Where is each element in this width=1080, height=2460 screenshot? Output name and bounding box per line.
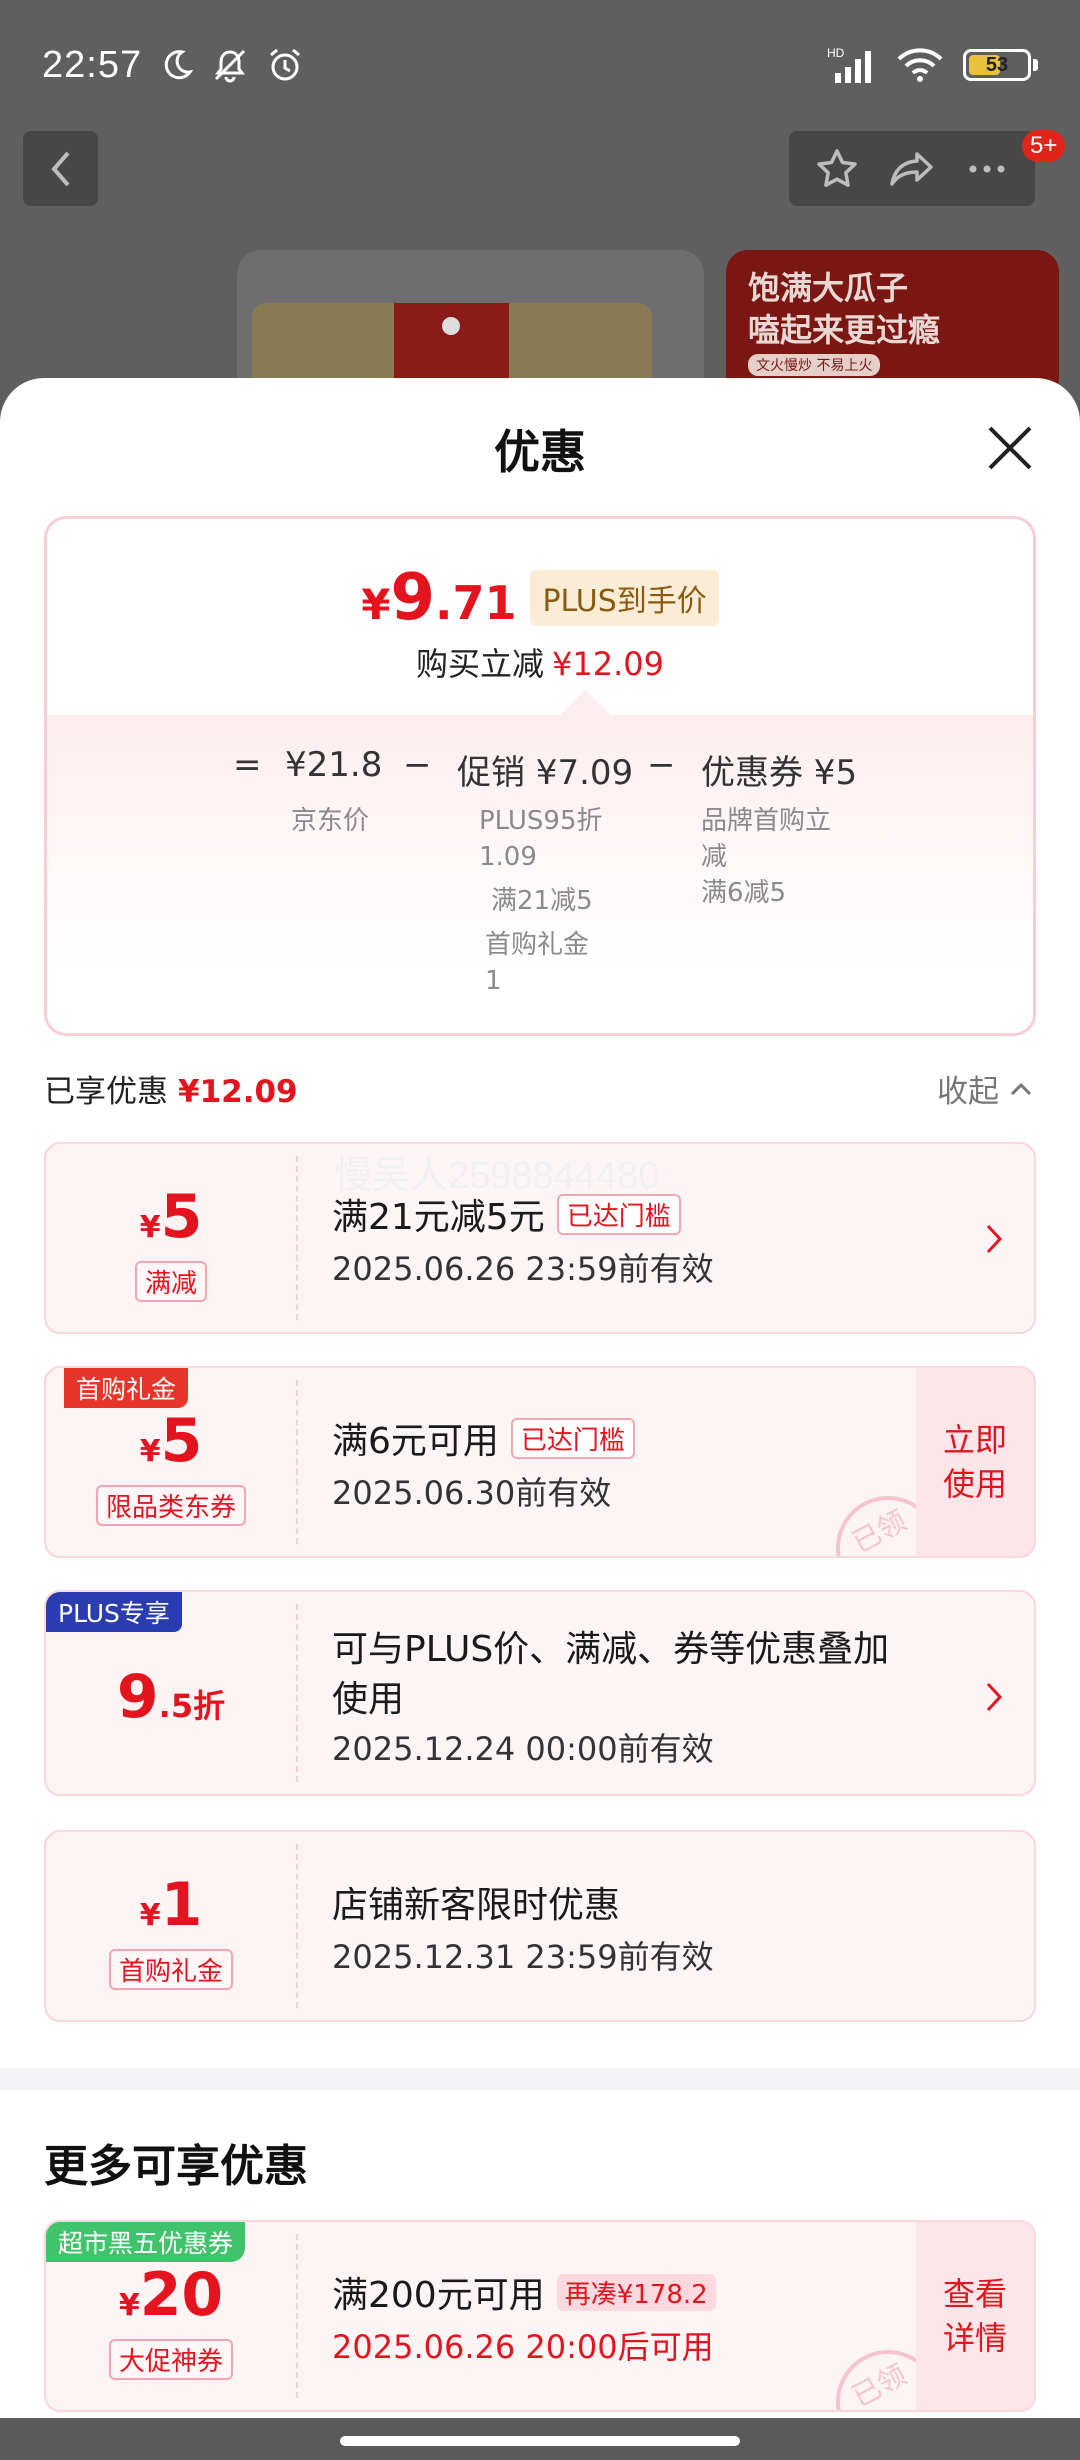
coupon-expiry: 2025.12.24 00:00前有效: [332, 1730, 714, 1768]
coupon-value: 20: [139, 2260, 224, 2330]
coupon-title: 可与PLUS价、满减、券等优惠叠加: [332, 1629, 890, 1670]
battery-level: 53: [985, 54, 1009, 76]
coupon-total: 优惠券 ¥5: [701, 753, 858, 793]
coupon-value: 1: [160, 1870, 203, 1940]
banner-line1: 饱满大瓜子: [748, 269, 909, 307]
threshold-reached-tag: 已达门槛: [556, 1193, 681, 1235]
enjoyed-discount: 已享优惠 ¥12.09: [44, 1066, 298, 1111]
coupon-amount: ¥5: [46, 1406, 296, 1476]
enjoyed-value: ¥12.09: [178, 1074, 298, 1110]
minus-sign-2: −: [647, 745, 676, 785]
more-coupon-card[interactable]: 超市黑五优惠券 ¥20 大促神券 满200元可用 再凑¥178.2 2025.06…: [44, 2220, 1036, 2412]
sheet-title: 优惠: [494, 425, 586, 479]
banner-line3: 文火慢炒 不易上火: [748, 354, 881, 376]
coupon-amount: ¥1: [46, 1870, 296, 1940]
coupon-detail-fullcut: 满6减5: [701, 878, 787, 908]
coupon-value: 9: [116, 1662, 159, 1732]
discount-sheet: 优惠 ¥9.71 PLUS到手价 购买立减 ¥12.09 = ¥21.8 − 促销…: [0, 378, 1080, 2418]
promo-detail-fullcut: 满21减5: [491, 886, 593, 916]
back-button[interactable]: [23, 131, 98, 206]
home-indicator[interactable]: [340, 2436, 740, 2446]
coupon-detail-brand-2: 减: [701, 842, 728, 872]
banner-line2: 嗑起来更过瘾: [748, 311, 941, 349]
coupon-value: 5: [160, 1182, 203, 1252]
coupon-card[interactable]: PLUS专享 9.5折 可与PLUS价、满减、券等优惠叠加 使用 2025.12…: [44, 1590, 1036, 1796]
coupon-amount: 9.5折: [46, 1662, 296, 1732]
close-icon[interactable]: [982, 420, 1038, 476]
threshold-reached-tag: 已达门槛: [510, 1417, 635, 1459]
coupon-card[interactable]: ¥1 首购礼金 店铺新客限时优惠 2025.12.31 23:59前有效: [44, 1830, 1036, 2022]
jd-price: ¥21.8: [285, 745, 383, 785]
top-actions: [789, 131, 1035, 206]
coupon-title: 满200元可用: [332, 2275, 545, 2316]
mute-bell-icon: [215, 49, 246, 83]
signal-hd-label: HD: [827, 46, 845, 60]
coupon-card[interactable]: 首购礼金 ¥5 限品类东券 满6元可用 已达门槛 2025.06.30前有效 已领…: [44, 1366, 1036, 1558]
price-breakdown: = ¥21.8 − 促销 ¥7.09 − 优惠券 ¥5 京东价 PLUS95折 …: [47, 715, 1033, 1033]
coupon-detail-brand: 品牌首购立: [701, 806, 832, 836]
coupon-valid-from: 2025.06.26 20:00后可用: [332, 2328, 714, 2366]
alarm-clock-icon: [270, 48, 301, 81]
collapse-label: 收起: [937, 1074, 999, 1110]
coupon-expiry: 2025.06.30前有效: [332, 1474, 612, 1512]
minus-sign-1: −: [403, 745, 432, 785]
coupon-amount: ¥20: [46, 2260, 296, 2330]
watermark: 慢吴人2598844480: [334, 1155, 660, 1197]
price-summary-card: ¥9.71 PLUS到手价 购买立减 ¥12.09 = ¥21.8 − 促销 ¥7…: [44, 516, 1036, 1036]
jd-price-label: 京东价: [291, 806, 370, 836]
instant-discount: 购买立减 ¥12.09: [47, 639, 1033, 685]
coupon-currency: ¥: [139, 1898, 161, 1933]
chevron-right-icon: [986, 1682, 1003, 1712]
coupon-title-line2: 使用: [332, 1679, 405, 1720]
coupon-amount: ¥5: [46, 1182, 296, 1252]
chevron-left-icon: [50, 151, 70, 186]
coupon-value: 5: [160, 1406, 203, 1476]
section-divider: [0, 2068, 1080, 2090]
coupon-currency: ¥: [139, 1210, 161, 1245]
final-price-decimal: .71: [434, 576, 517, 630]
coupon-type-tag: 大促神券: [108, 2339, 234, 2380]
signal-icon: HD: [827, 46, 871, 83]
promo-detail-gift-value: 1: [485, 966, 502, 996]
share-icon[interactable]: [887, 146, 937, 192]
view-details-button[interactable]: 查看详情: [916, 2222, 1034, 2410]
equals-sign: =: [233, 745, 262, 785]
coupon-type-tag: 首购礼金: [108, 1949, 234, 1990]
final-price-integer: 9: [390, 561, 435, 635]
promo-detail-plus-value: 1.09: [479, 842, 537, 872]
more-icon[interactable]: [964, 146, 1010, 192]
use-now-button[interactable]: 立即使用: [916, 1368, 1034, 1556]
instant-discount-label: 购买立减: [416, 645, 545, 683]
promo-detail-plus: PLUS95折: [479, 806, 603, 836]
coupon-title: 满6元可用: [332, 1421, 499, 1462]
instant-discount-value: ¥12.09: [552, 645, 664, 683]
coupon-title: 店铺新客限时优惠: [332, 1885, 621, 1926]
promo-total: 促销 ¥7.09: [457, 753, 634, 793]
more-discounts-title: 更多可享优惠: [44, 2141, 308, 2192]
chevron-right-icon: [986, 1224, 1003, 1254]
coupon-expiry: 2025.06.26 23:59前有效: [332, 1250, 714, 1288]
promo-detail-gift: 首购礼金: [485, 930, 590, 960]
status-time: 22:57: [42, 43, 143, 86]
final-price: ¥9.71 PLUS到手价: [47, 561, 1033, 635]
status-bar: 22:57 HD 53: [0, 0, 1080, 130]
collapse-button[interactable]: 收起: [937, 1066, 1033, 1111]
final-price-currency: ¥: [361, 580, 391, 629]
chevron-up-icon: [1010, 1082, 1032, 1095]
wifi-icon: [897, 48, 943, 82]
coupon-type-tag: 限品类东券: [95, 1485, 247, 1526]
plus-price-tag: PLUS到手价: [530, 570, 719, 626]
coupon-currency: ¥: [139, 1434, 161, 1469]
enjoyed-label: 已享优惠: [44, 1074, 168, 1110]
coupon-value-suffix: .5折: [158, 1687, 226, 1725]
coupon-expiry: 2025.12.31 23:59前有效: [332, 1938, 714, 1976]
coupon-currency: ¥: [118, 2288, 140, 2323]
coupon-type-tag: 满减: [134, 1261, 208, 1302]
remaining-amount-tag: 再凑¥178.2: [556, 2273, 716, 2311]
dnd-moon-icon: [164, 50, 194, 80]
battery-indicator: 53: [963, 49, 1038, 81]
message-badge: 5+: [1022, 130, 1066, 162]
star-icon[interactable]: [814, 146, 860, 192]
